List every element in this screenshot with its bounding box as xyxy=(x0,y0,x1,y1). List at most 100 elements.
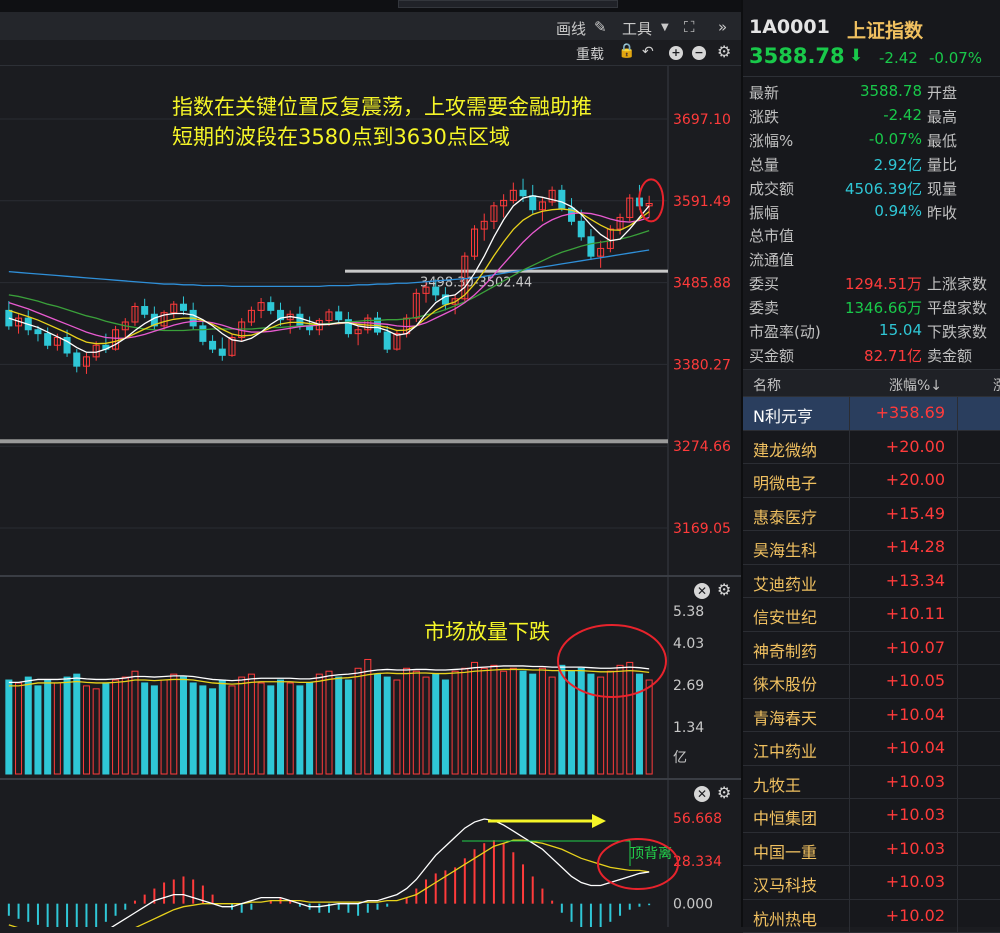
undo-icon[interactable]: ↶ xyxy=(642,44,654,60)
column-divider xyxy=(957,598,958,631)
divergence-label: 顶背离 xyxy=(630,845,672,862)
macd-panel-close-icon[interactable]: ✕ xyxy=(694,786,710,802)
volume-bar xyxy=(433,674,439,774)
volume-bar xyxy=(151,686,157,774)
tools-button[interactable]: 工具 xyxy=(622,18,652,39)
column-divider xyxy=(957,866,958,899)
volume-bar xyxy=(180,677,186,774)
stock-name: 中恒集团 xyxy=(753,805,817,829)
tools-dropdown-icon[interactable]: ▼ xyxy=(661,22,669,33)
volume-bar xyxy=(210,689,216,774)
stock-list-row[interactable]: 明微电子+20.00 xyxy=(743,464,1000,498)
pencil-icon[interactable]: ✎ xyxy=(594,18,607,36)
column-divider xyxy=(849,699,850,732)
column-name-header[interactable]: 名称 xyxy=(753,375,781,395)
price-tick-label: 3485.88 xyxy=(673,276,731,292)
column-divider xyxy=(849,766,850,799)
stock-list-row[interactable]: 艾迪药业 +13.34 xyxy=(743,565,1000,599)
stock-list-row[interactable]: 惠泰医疗+15.49 xyxy=(743,498,1000,532)
candle-body xyxy=(35,330,41,334)
volume-bar xyxy=(442,680,448,774)
stat-label-secondary: 上涨家数 xyxy=(927,273,987,294)
stock-change-pct: +10.03 xyxy=(851,839,945,858)
draw-line-button[interactable]: 画线 xyxy=(556,18,586,39)
stock-list-row[interactable]: 中国一重 +10.03 xyxy=(743,833,1000,867)
candle-body xyxy=(219,349,225,355)
column-pct-header[interactable]: 涨幅%↓ xyxy=(889,375,942,395)
stock-change-pct: +10.03 xyxy=(851,805,945,824)
quote-stat-row: 振幅0.94%昨收 xyxy=(743,202,1000,226)
column-more-header[interactable]: 涨 xyxy=(993,375,1000,395)
lock-icon[interactable]: 🔒 xyxy=(618,43,635,59)
chart-toolbar: 画线 ✎ 工具 ▼ ⛶ » xyxy=(0,12,741,40)
candle-body xyxy=(433,287,439,295)
stock-list-row[interactable]: 汉马科技+10.03 xyxy=(743,866,1000,900)
column-divider xyxy=(849,531,850,564)
stock-change-pct: +10.07 xyxy=(851,638,945,657)
macd-tick-label: 56.668 xyxy=(673,811,722,827)
macd-panel-gear-icon[interactable]: ⚙ xyxy=(717,783,731,802)
candle-body xyxy=(210,341,216,349)
column-divider xyxy=(957,498,958,531)
stock-list-row[interactable]: 昊海生科+14.28 xyxy=(743,531,1000,565)
stat-label-secondary: 卖金额 xyxy=(927,345,972,366)
stock-change-pct: +10.03 xyxy=(851,772,945,791)
stat-value: 15.04 xyxy=(879,321,922,339)
stock-list-row[interactable]: 江中药业+10.04 xyxy=(743,732,1000,766)
quote-stat-row: 成交额4506.39亿现量 xyxy=(743,178,1000,202)
stock-list-row[interactable]: 徕木股份+10.05 xyxy=(743,665,1000,699)
stock-list-header[interactable]: 名称 涨幅%↓ 涨 xyxy=(743,369,1000,397)
search-box[interactable] xyxy=(398,0,618,8)
expand-chevron-icon[interactable]: » xyxy=(718,18,727,36)
stat-label: 流通值 xyxy=(749,249,794,270)
stock-name: 艾迪药业 xyxy=(753,571,817,595)
stat-label-secondary: 最低 xyxy=(927,130,957,151)
stat-label: 总市值 xyxy=(749,225,794,246)
volume-bar xyxy=(307,683,313,774)
column-divider xyxy=(849,632,850,665)
stock-change-pct: +13.34 xyxy=(851,571,945,590)
reset-button[interactable]: 重载 xyxy=(576,44,604,64)
candle-body xyxy=(74,353,80,366)
volume-bar xyxy=(336,677,342,774)
fullscreen-icon[interactable]: ⛶ xyxy=(684,18,695,36)
support-band-line xyxy=(0,439,668,443)
stock-list-row[interactable]: 中恒集团 +10.03 xyxy=(743,799,1000,833)
annotation-line-2: 短期的波段在3580点到3630点区域 xyxy=(172,122,510,152)
column-divider xyxy=(849,732,850,765)
settings-gear-icon[interactable]: ⚙ xyxy=(717,42,731,61)
stock-list-row[interactable]: N利元亨+358.69 xyxy=(743,397,1000,431)
stat-value: 2.92亿 xyxy=(874,154,922,175)
macd-tick-label: 28.334 xyxy=(673,854,722,870)
volume-annotation: 市场放量下跌 xyxy=(424,617,550,647)
volume-tick-label: 4.03 xyxy=(673,636,704,652)
stock-list-row[interactable]: 九牧王 +10.03 xyxy=(743,766,1000,800)
stat-value: 82.71亿 xyxy=(864,345,922,366)
stock-name: 建龙微纳 xyxy=(753,437,817,461)
stock-name: 杭州热电 xyxy=(753,906,817,930)
volume-tick-label: 5.38 xyxy=(673,604,704,620)
stock-list-row[interactable]: 青海春天+10.04 xyxy=(743,699,1000,733)
chart-area[interactable]: 3697.103591.493485.883380.273274.663169.… xyxy=(0,66,741,927)
stock-list-row[interactable]: 信安世纪+10.11 xyxy=(743,598,1000,632)
candle-body xyxy=(297,314,303,326)
stock-name: 青海春天 xyxy=(753,705,817,729)
stock-name: 中国一重 xyxy=(753,839,817,863)
candle-body xyxy=(520,190,526,195)
volume-panel-close-icon[interactable]: ✕ xyxy=(694,583,710,599)
column-divider xyxy=(957,431,958,464)
stock-change-pct: +10.11 xyxy=(851,604,945,623)
stock-name: 神奇制药 xyxy=(753,638,817,662)
stock-list-row[interactable]: 杭州热电+10.02 xyxy=(743,900,1000,933)
stock-name: 九牧王 xyxy=(753,772,801,796)
chart-canvas[interactable]: 3697.103591.493485.883380.273274.663169.… xyxy=(0,66,741,927)
annotation-line-1: 指数在关键位置反复震荡，上攻需要金融助推 xyxy=(172,92,592,122)
zoom-in-icon[interactable]: + xyxy=(669,46,683,60)
stat-label: 总量 xyxy=(749,154,779,175)
stock-list-row[interactable]: 神奇制药 +10.07 xyxy=(743,632,1000,666)
zoom-out-icon[interactable]: − xyxy=(692,46,706,60)
column-divider xyxy=(849,565,850,598)
volume-panel-gear-icon[interactable]: ⚙ xyxy=(717,580,731,599)
stat-label: 振幅 xyxy=(749,202,779,223)
stock-list-row[interactable]: 建龙微纳+20.00 xyxy=(743,431,1000,465)
